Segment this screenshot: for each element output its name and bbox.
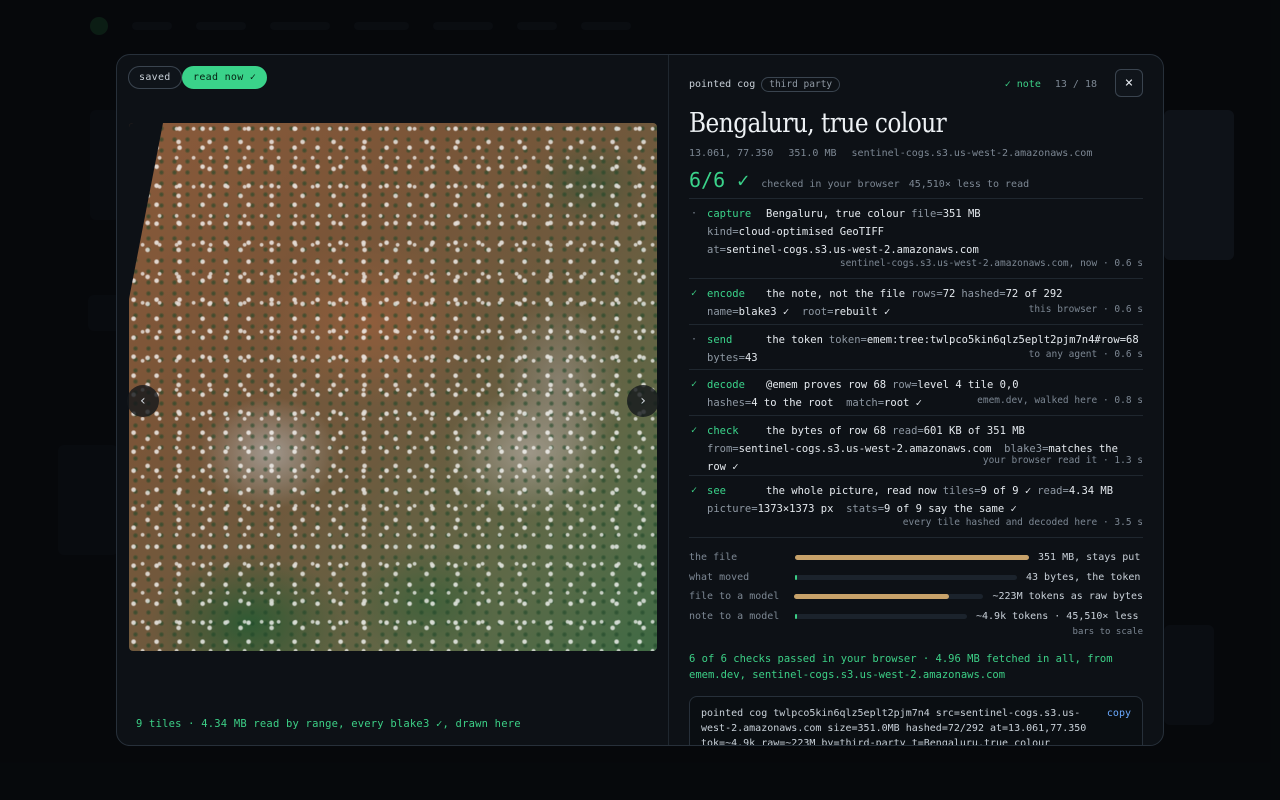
step-encode: ✓ encode the note, not the file rows=72 has…	[689, 279, 1143, 325]
bars-scale-note: bars to scale	[1072, 627, 1143, 637]
step-where: sentinel-cogs.s3.us-west-2.amazonaws.com…	[839, 258, 1143, 269]
step-mark: ✓	[691, 425, 698, 436]
bar-label: file to a model	[689, 591, 780, 603]
item-kind: pointed cog	[689, 78, 756, 90]
check-score: 6/6 ✓ checked in your browser 45,510× le…	[689, 168, 1143, 192]
step-mark: ✓	[691, 485, 698, 496]
step-see: ✓ see the whole picture, read now tiles=9 …	[689, 476, 1143, 538]
file-size: 351.0 MB	[788, 148, 837, 159]
image-panel: saved read now ✓ ‹ › 9 tiles · 4.34 MB r…	[117, 55, 669, 745]
bar-value: ~4.9k tokens · 45,510× less	[976, 610, 1139, 622]
step-name: encode	[707, 288, 745, 300]
bar-track	[795, 613, 967, 619]
bar-fill	[795, 574, 798, 580]
item-meta: 13.061, 77.350 351.0 MB sentinel-cogs.s3…	[689, 148, 1143, 159]
bar-row: note to a model ~4.9k tokens · 45,510× l…	[689, 607, 1143, 627]
tiles-status: 9 tiles · 4.34 MB read by range, every b…	[136, 718, 521, 730]
bar-row: the file 351 MB, stays put	[689, 548, 1143, 568]
score-value: 6/6 ✓	[689, 168, 750, 192]
step-where: every tile hashed and decoded here · 3.5…	[902, 517, 1143, 528]
bar-fill	[794, 594, 950, 600]
host: sentinel-cogs.s3.us-west-2.amazonaws.com	[851, 148, 1093, 159]
step-name: capture	[707, 208, 752, 220]
bar-label: what moved	[689, 571, 750, 583]
close-button[interactable]: ×	[1115, 69, 1143, 97]
step-where: this browser · 0.6 s	[1028, 304, 1143, 315]
details-header: pointed cog third party ✓ note 13 / 18	[689, 75, 1143, 93]
step-mark: ✓	[691, 288, 698, 299]
step-check: ✓ check the bytes of row 68 read=601 KB of…	[689, 416, 1143, 476]
bar-row: file to a model ~223M tokens as raw byte…	[689, 587, 1143, 607]
step-send: · send the token token=emem:tree:twlpco5ki…	[689, 325, 1143, 370]
step-where: your browser read it · 1.3 s	[982, 455, 1143, 466]
page-title: Bengaluru, true colour	[689, 108, 947, 139]
note-status: ✓ note	[1004, 78, 1041, 90]
details-panel: pointed cog third party ✓ note 13 / 18 ×…	[669, 55, 1163, 745]
citation-code-box[interactable]: pointed cog twlpco5kin6qlz5eplt2pjm7n4 s…	[689, 696, 1143, 745]
read-now-chip[interactable]: read now ✓	[182, 66, 268, 89]
saved-chip[interactable]: saved	[128, 66, 182, 89]
bar-value: ~223M tokens as raw bytes	[992, 591, 1143, 603]
step-what: Bengaluru, true colour	[766, 208, 906, 220]
bar-track	[795, 555, 1029, 561]
previous-image-button[interactable]: ‹	[127, 385, 159, 417]
score-label: checked in your browser	[761, 179, 900, 190]
score-ratio: 45,510× less to read	[908, 179, 1030, 190]
bar-fill	[795, 613, 797, 619]
step-capture: · capture Bengaluru, true colour file=351 …	[689, 199, 1143, 279]
step-where: to any agent · 0.6 s	[1028, 349, 1143, 360]
step-mark: ✓	[691, 379, 698, 390]
detail-modal: saved read now ✓ ‹ › 9 tiles · 4.34 MB r…	[116, 54, 1164, 746]
size-bars: the file 351 MB, stays put what moved 43…	[689, 548, 1143, 637]
citation-text[interactable]: pointed cog twlpco5kin6qlz5eplt2pjm7n4 s…	[701, 708, 1086, 745]
next-image-button[interactable]: ›	[627, 385, 659, 417]
bar-value: 43 bytes, the token	[1026, 571, 1141, 583]
step-name: send	[707, 334, 733, 346]
step-decode: ✓ decode @emem proves row 68 row=level 4 t…	[689, 370, 1143, 416]
bar-fill	[795, 555, 1029, 561]
satellite-image	[129, 123, 657, 651]
step-name: check	[707, 425, 739, 437]
no-data-edge	[129, 123, 163, 299]
steps-list: · capture Bengaluru, true colour file=351 …	[689, 198, 1143, 538]
bar-label: the file	[689, 552, 738, 564]
copy-button[interactable]: copy	[1107, 706, 1131, 721]
step-name: decode	[707, 379, 745, 391]
coordinates: 13.061, 77.350	[689, 148, 774, 159]
summary-text: 6 of 6 checks passed in your browser · 4…	[689, 653, 1113, 681]
step-mark: ·	[691, 208, 698, 219]
bar-value: 351 MB, stays put	[1038, 552, 1141, 564]
bar-label: note to a model	[689, 610, 780, 622]
step-name: see	[707, 485, 726, 497]
step-where: emem.dev, walked here · 0.8 s	[977, 395, 1143, 406]
bar-track	[795, 574, 1017, 580]
step-mark: ·	[691, 334, 698, 345]
bar-row: what moved 43 bytes, the token	[689, 568, 1143, 588]
bar-track	[794, 594, 984, 600]
source-tag: third party	[761, 76, 841, 92]
page-counter: 13 / 18	[1054, 78, 1097, 90]
